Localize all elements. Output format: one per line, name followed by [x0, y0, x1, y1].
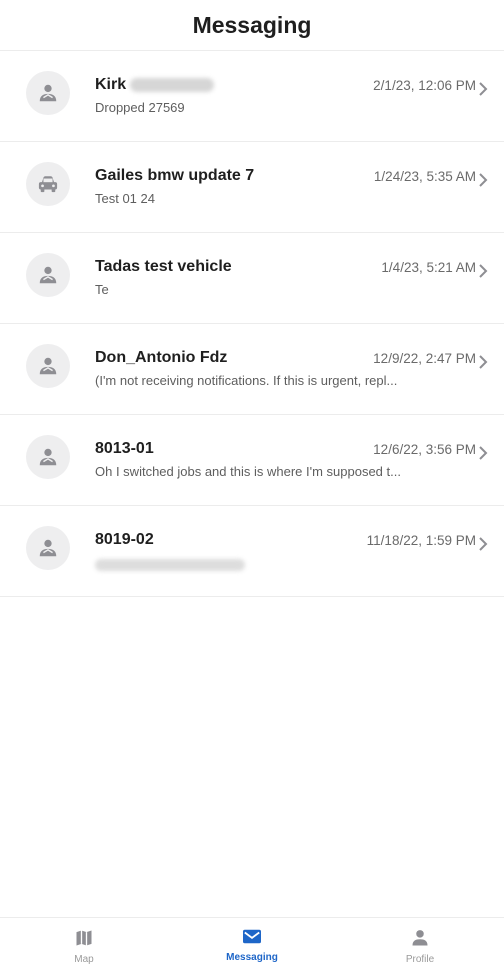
message-content: Tadas test vehicle 1/4/23, 5:21 AM Te	[95, 258, 488, 297]
message-time: 11/18/22, 1:59 PM	[366, 532, 476, 548]
message-content: Kirk 2/1/23, 12:06 PM Dropped 27569	[95, 76, 488, 115]
message-content: 8013-01 12/6/22, 3:56 PM Oh I switched j…	[95, 440, 488, 479]
tab-label: Messaging	[226, 952, 278, 963]
message-time: 12/9/22, 2:47 PM	[373, 350, 476, 366]
map-icon	[76, 930, 92, 946]
message-row[interactable]: Tadas test vehicle 1/4/23, 5:21 AM Te	[0, 233, 504, 324]
avatar	[26, 162, 70, 206]
avatar	[26, 253, 70, 297]
contact-name: Gailes bmw update 7	[95, 167, 255, 184]
message-preview: Oh I switched jobs and this is where I'm…	[95, 464, 401, 479]
avatar	[26, 435, 70, 479]
message-time: 1/4/23, 5:21 AM	[381, 259, 476, 275]
chevron-right-icon	[478, 263, 488, 279]
message-row[interactable]: Gailes bmw update 7 1/24/23, 5:35 AM Tes…	[0, 142, 504, 233]
person-icon	[412, 930, 428, 946]
message-time: 2/1/23, 12:06 PM	[373, 77, 476, 93]
person-icon	[39, 266, 57, 284]
redacted-preview	[95, 559, 245, 571]
tab-label: Profile	[405, 954, 435, 965]
contact-name: Tadas test vehicle	[95, 258, 232, 275]
person-icon	[39, 84, 57, 102]
avatar	[26, 344, 70, 388]
chevron-right-icon	[478, 172, 488, 188]
tab-bar: Map Messaging Profile	[0, 917, 504, 979]
message-preview: Dropped 27569	[95, 100, 185, 115]
message-row[interactable]: 8019-02 11/18/22, 1:59 PM	[0, 506, 504, 597]
contact-name: Don_Antonio Fdz	[95, 349, 228, 366]
person-icon	[39, 448, 57, 466]
contact-name: 8013-01	[95, 440, 154, 457]
message-time: 1/24/23, 5:35 AM	[373, 168, 476, 184]
tab-profile[interactable]: Profile	[336, 918, 504, 979]
tab-messaging[interactable]: Messaging	[168, 918, 336, 979]
chevron-right-icon	[478, 354, 488, 370]
tab-map[interactable]: Map	[0, 918, 168, 979]
contact-name: 8019-02	[95, 531, 154, 548]
message-content: Gailes bmw update 7 1/24/23, 5:35 AM Tes…	[95, 167, 488, 206]
chevron-right-icon	[478, 445, 488, 461]
message-content: Don_Antonio Fdz 12/9/22, 2:47 PM (I'm no…	[95, 349, 488, 388]
page-title: Messaging	[192, 11, 312, 38]
message-preview: Te	[95, 282, 109, 297]
message-content: 8019-02 11/18/22, 1:59 PM	[95, 531, 488, 571]
person-icon	[39, 539, 57, 557]
tab-label: Map	[74, 954, 94, 965]
message-row[interactable]: Kirk 2/1/23, 12:06 PM Dropped 27569	[0, 51, 504, 142]
message-row[interactable]: 8013-01 12/6/22, 3:56 PM Oh I switched j…	[0, 415, 504, 506]
message-list: Kirk 2/1/23, 12:06 PM Dropped 27569 Gail…	[0, 51, 504, 597]
person-icon	[39, 357, 57, 375]
contact-name: Kirk	[95, 76, 127, 93]
envelope-icon	[243, 929, 261, 944]
message-time: 12/6/22, 3:56 PM	[373, 441, 476, 457]
car-icon	[38, 176, 58, 193]
chevron-right-icon	[478, 536, 488, 552]
message-preview: Test 01 24	[95, 191, 155, 206]
redacted-text	[130, 78, 215, 92]
chevron-right-icon	[478, 81, 488, 97]
message-row[interactable]: Don_Antonio Fdz 12/9/22, 2:47 PM (I'm no…	[0, 324, 504, 415]
message-preview: (I'm not receiving notifications. If thi…	[95, 373, 398, 388]
header: Messaging	[0, 0, 504, 51]
avatar	[26, 71, 70, 115]
avatar	[26, 526, 70, 570]
